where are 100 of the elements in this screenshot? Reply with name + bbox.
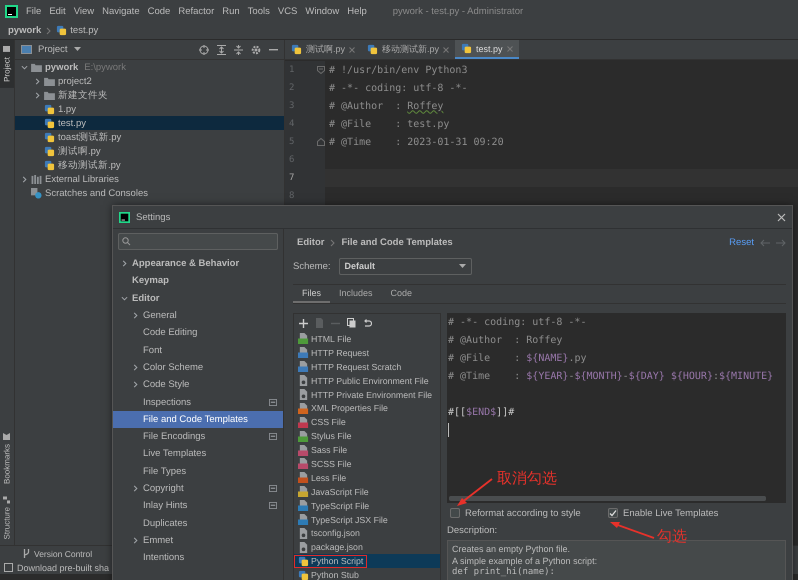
- scrollbar[interactable]: [449, 496, 766, 501]
- settings-nav-item[interactable]: Keymap: [113, 272, 283, 290]
- tree-row[interactable]: toast测试新.py: [15, 130, 284, 144]
- settings-nav-item[interactable]: File and Code Templates: [113, 410, 283, 428]
- template-list-item[interactable]: HTTP Public Environment File: [294, 374, 440, 388]
- chevron-down-icon[interactable]: [121, 294, 128, 302]
- template-list-item[interactable]: Less File: [294, 470, 440, 485]
- fold-marker-icon[interactable]: [317, 66, 325, 74]
- tool-window-button[interactable]: Version Control: [34, 548, 92, 558]
- fold-marker-icon[interactable]: [317, 138, 325, 146]
- chevron-right-icon[interactable]: [121, 260, 128, 268]
- undo-icon[interactable]: [363, 318, 372, 328]
- chevron-right-icon[interactable]: [132, 485, 139, 492]
- minimize-icon[interactable]: [269, 48, 278, 50]
- settings-nav-item[interactable]: File Types: [113, 462, 283, 480]
- template-list-item[interactable]: CSS File: [294, 415, 440, 430]
- close-icon[interactable]: [777, 212, 786, 222]
- panel-title[interactable]: Project: [38, 44, 68, 55]
- settings-tab[interactable]: Includes: [330, 285, 382, 303]
- menu-item[interactable]: Edit: [49, 6, 66, 16]
- tree-row[interactable]: test.py: [15, 116, 284, 130]
- chevron-right-icon[interactable]: [132, 536, 139, 544]
- tree-row[interactable]: 新建文件夹: [15, 88, 284, 102]
- settings-nav-item[interactable]: Color Scheme: [113, 358, 283, 376]
- dropdown-caret-icon[interactable]: [74, 47, 81, 52]
- settings-icon[interactable]: [251, 44, 261, 54]
- breadcrumb-item[interactable]: test.py: [70, 25, 98, 36]
- chevron-right-icon[interactable]: [132, 364, 139, 371]
- menu-item[interactable]: Help: [347, 6, 367, 16]
- settings-nav-item[interactable]: Appearance & Behavior: [113, 255, 283, 272]
- template-list-item[interactable]: Python Script: [294, 554, 440, 568]
- settings-nav-item[interactable]: Editor: [113, 290, 283, 307]
- template-list-item[interactable]: JavaScript File: [294, 484, 440, 499]
- template-list-item[interactable]: HTTP Request Scratch: [294, 360, 440, 374]
- settings-nav-item[interactable]: Inlay Hints: [113, 497, 283, 514]
- tree-row[interactable]: 测试啊.py: [15, 144, 284, 158]
- chevron-right-icon[interactable]: [21, 176, 28, 182]
- editor-tab[interactable]: test.py: [455, 40, 519, 59]
- menu-item[interactable]: Window: [305, 6, 340, 16]
- crosshair-icon[interactable]: [199, 44, 209, 54]
- settings-nav-item[interactable]: File Encodings: [113, 428, 283, 446]
- tool-window-tab[interactable]: Structure: [0, 490, 14, 545]
- chevron-down-icon[interactable]: [21, 64, 28, 70]
- menu-item[interactable]: Refactor: [178, 6, 214, 16]
- add-icon[interactable]: [299, 318, 308, 328]
- menu-item[interactable]: Navigate: [102, 6, 140, 16]
- reset-link[interactable]: Reset: [729, 237, 754, 248]
- settings-tab[interactable]: Code: [382, 285, 422, 303]
- settings-nav-item[interactable]: Emmet: [113, 532, 283, 550]
- template-list-item[interactable]: HTML File: [294, 332, 440, 346]
- settings-nav-item[interactable]: Code Editing: [113, 324, 283, 342]
- template-list-item[interactable]: tsconfig.json: [294, 526, 440, 540]
- scheme-dropdown[interactable]: Default: [338, 258, 472, 274]
- editor-tab[interactable]: 移动测试新.py: [361, 40, 456, 59]
- search-field[interactable]: [118, 233, 278, 250]
- menu-item[interactable]: VCS: [278, 6, 298, 16]
- settings-nav-item[interactable]: Duplicates: [113, 514, 283, 532]
- tree-row[interactable]: project2: [15, 74, 284, 88]
- settings-nav-item[interactable]: Live Templates: [113, 445, 283, 463]
- menu-item[interactable]: File: [26, 6, 42, 16]
- checkbox-label[interactable]: Enable Live Templates: [623, 508, 718, 518]
- tool-window-tab[interactable]: Bookmarks: [0, 426, 14, 490]
- template-list-item[interactable]: TypeScript File: [294, 498, 440, 513]
- close-icon[interactable]: [443, 46, 450, 52]
- checkbox[interactable]: [608, 508, 618, 518]
- tree-row[interactable]: Scratches and Consoles: [15, 186, 284, 200]
- chevron-right-icon[interactable]: [132, 381, 139, 388]
- tree-row[interactable]: 移动测试新.py: [15, 158, 284, 172]
- tree-row[interactable]: External Libraries: [15, 172, 284, 186]
- chevron-right-icon[interactable]: [132, 312, 139, 320]
- template-list-item[interactable]: package.json: [294, 540, 440, 554]
- template-list-item[interactable]: Python Stub: [294, 568, 440, 580]
- tree-row[interactable]: pywork E:\pywork: [15, 60, 284, 74]
- settings-nav-item[interactable]: Font: [113, 341, 283, 359]
- settings-tab[interactable]: Files: [293, 285, 330, 303]
- template-list-item[interactable]: HTTP Private Environment File: [294, 388, 440, 402]
- menu-item[interactable]: Run: [222, 6, 240, 16]
- template-list-item[interactable]: TypeScript JSX File: [294, 512, 440, 526]
- settings-nav-item[interactable]: Intentions: [113, 549, 283, 566]
- tree-row[interactable]: 1.py: [15, 102, 284, 116]
- menu-item[interactable]: Tools: [248, 6, 270, 16]
- collapse-all-icon[interactable]: [234, 44, 243, 54]
- template-list-item[interactable]: XML Properties File: [294, 401, 440, 416]
- expand-all-icon[interactable]: [217, 44, 226, 54]
- template-list-item[interactable]: SCSS File: [294, 457, 440, 471]
- menu-item[interactable]: Code: [148, 6, 170, 16]
- close-icon[interactable]: [349, 46, 356, 52]
- checkbox[interactable]: [450, 508, 460, 518]
- breadcrumb-item[interactable]: pywork: [8, 25, 42, 36]
- checkbox-label[interactable]: Reformat according to style: [465, 508, 581, 518]
- template-list-item[interactable]: Sass File: [294, 443, 440, 458]
- editor-tab[interactable]: 测试啊.py: [285, 40, 362, 59]
- settings-nav-item[interactable]: General: [113, 306, 283, 324]
- template-list-item[interactable]: Stylus File: [294, 429, 440, 444]
- tool-window-tab[interactable]: Project: [0, 40, 14, 88]
- menu-item[interactable]: View: [74, 6, 94, 16]
- copy-icon[interactable]: [347, 318, 356, 328]
- settings-nav-item[interactable]: Code Style: [113, 376, 283, 394]
- settings-nav-item[interactable]: Inspections: [113, 393, 283, 411]
- settings-nav-item[interactable]: Copyright: [113, 480, 283, 498]
